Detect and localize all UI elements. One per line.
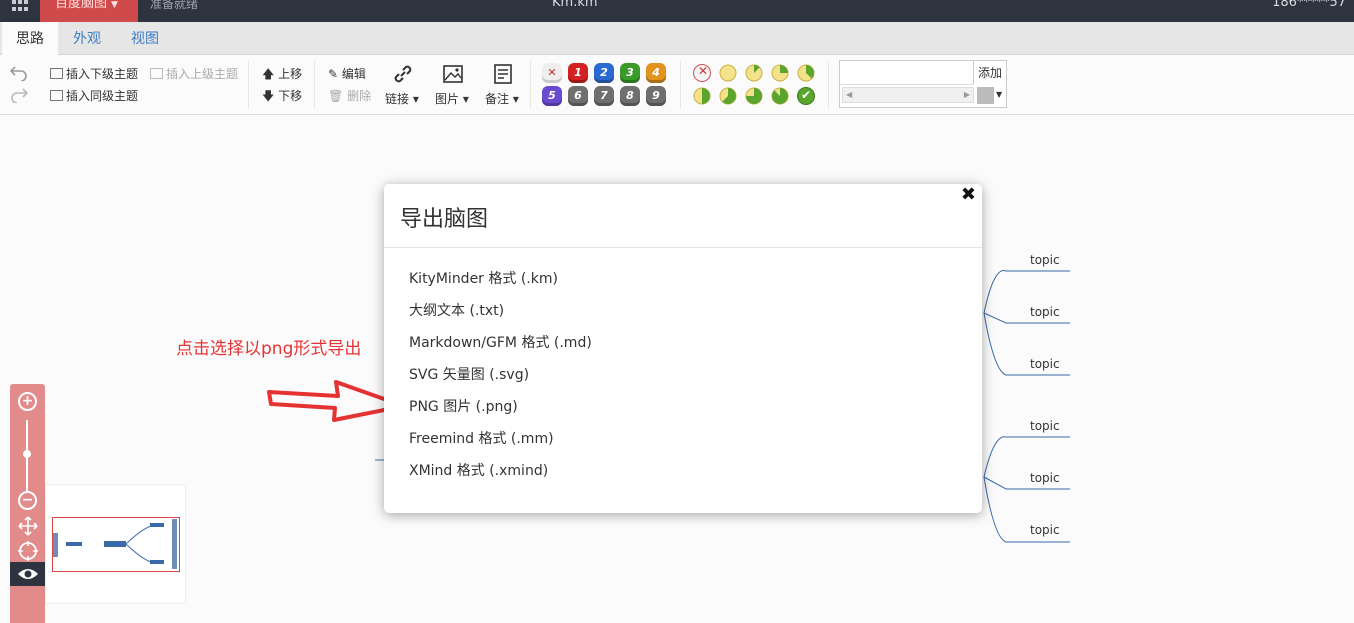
export-option-svg[interactable]: SVG 矢量图 (.svg) [409, 366, 592, 398]
dialog-title: 导出脑图 [400, 207, 489, 232]
modal-overlay: 导出脑图 ✖ KityMinder 格式 (.km) 大纲文本 (.txt) M… [0, 0, 1354, 623]
export-option-md[interactable]: Markdown/GFM 格式 (.md) [409, 334, 592, 366]
dialog-header: 导出脑图 ✖ [384, 184, 982, 248]
export-option-mm[interactable]: Freemind 格式 (.mm) [409, 430, 592, 462]
export-option-km[interactable]: KityMinder 格式 (.km) [409, 270, 592, 302]
export-option-xmind[interactable]: XMind 格式 (.xmind) [409, 462, 592, 494]
close-icon[interactable]: ✖ [961, 184, 976, 205]
export-option-png[interactable]: PNG 图片 (.png) [409, 398, 592, 430]
export-option-txt[interactable]: 大纲文本 (.txt) [409, 302, 592, 334]
export-dialog: 导出脑图 ✖ KityMinder 格式 (.km) 大纲文本 (.txt) M… [384, 184, 982, 513]
export-format-list: KityMinder 格式 (.km) 大纲文本 (.txt) Markdown… [409, 270, 592, 494]
